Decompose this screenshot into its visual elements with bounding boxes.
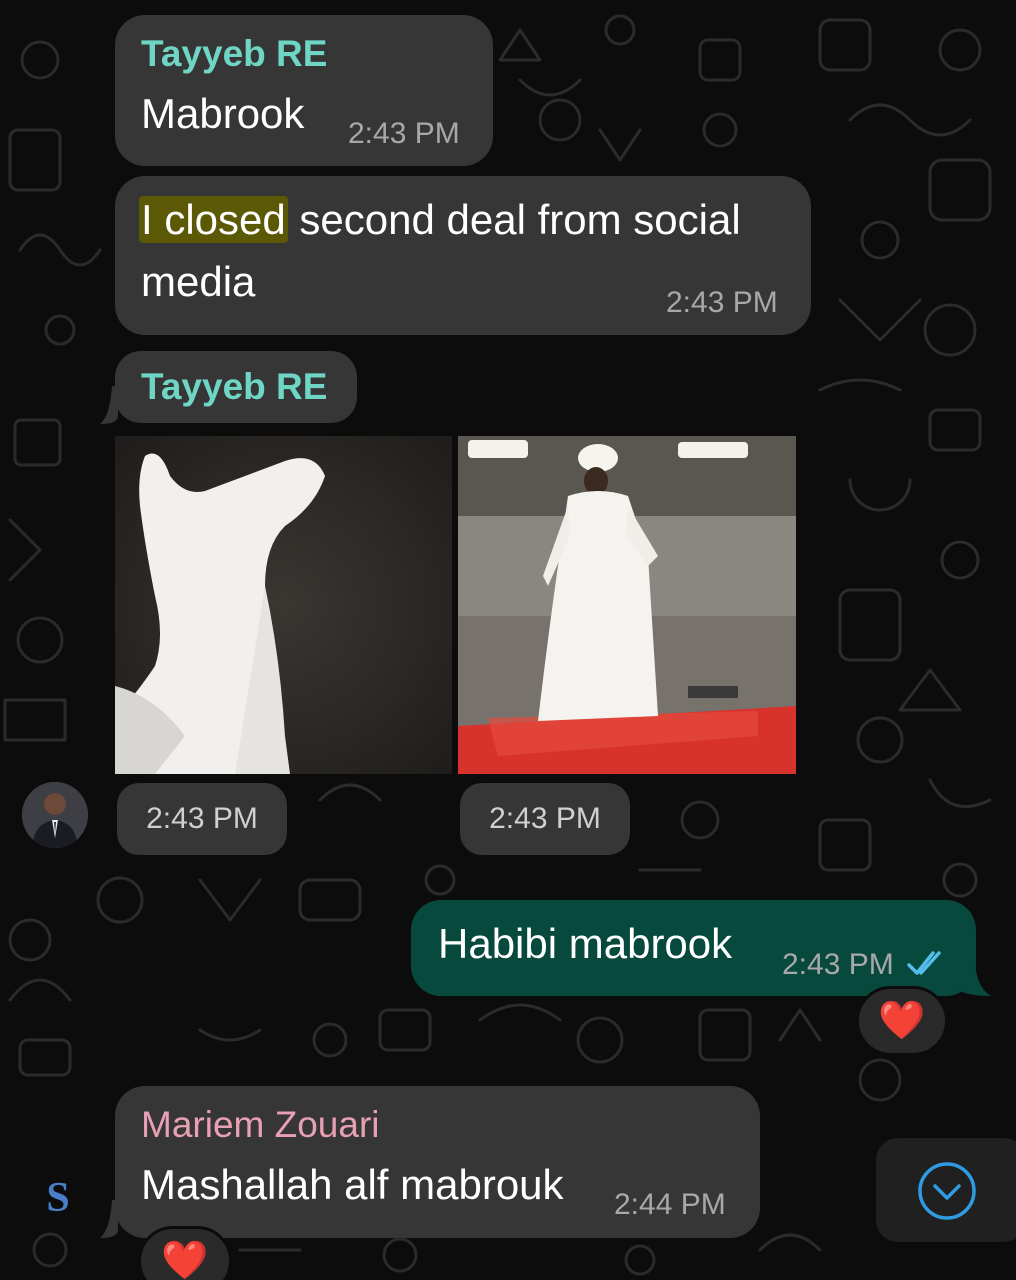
message-time: 2:43 PM xyxy=(666,286,778,319)
message-text: Mashallah alf mabrouk xyxy=(141,1161,564,1208)
heart-reaction-icon: ❤️ xyxy=(161,1240,209,1280)
double-check-read-icon xyxy=(907,951,941,975)
media-time: 2:43 PM xyxy=(117,783,287,855)
avatar-letter: S xyxy=(46,1175,70,1221)
bubble-tail xyxy=(955,958,991,996)
bubble-tail xyxy=(100,1200,118,1238)
sender-name[interactable]: Tayyeb RE xyxy=(141,33,327,75)
avatar[interactable] xyxy=(22,782,88,848)
search-highlight: I closed xyxy=(139,196,288,243)
message-text: Habibi mabrook xyxy=(438,920,733,967)
message-bubble[interactable]: I closed second deal from social media 2… xyxy=(115,176,811,335)
avatar-person-icon xyxy=(22,782,88,848)
man-graphic xyxy=(458,436,796,774)
chevron-down-circle-icon xyxy=(918,1162,976,1220)
reaction-badge[interactable]: ❤️ xyxy=(138,1226,232,1280)
media-time: 2:43 PM xyxy=(460,783,630,855)
message-time: 2:43 PM xyxy=(348,117,460,150)
dancing-man-image[interactable] xyxy=(458,436,796,774)
message-text: I closed second deal from social xyxy=(139,189,741,251)
avatar[interactable]: S xyxy=(30,1170,86,1226)
message-text-rest: second deal from social xyxy=(287,196,741,243)
message-text-line2: media xyxy=(141,258,256,305)
dancing-cat-image[interactable] xyxy=(115,436,452,774)
chat-view: Tayyeb RE Mabrook 2:43 PM I closed secon… xyxy=(0,0,1016,1280)
message-bubble-outgoing[interactable]: Habibi mabrook 2:43 PM xyxy=(411,900,976,996)
reaction-badge[interactable]: ❤️ xyxy=(856,986,948,1056)
bubble-tail xyxy=(100,386,118,424)
heart-reaction-icon: ❤️ xyxy=(878,1000,926,1042)
message-bubble[interactable]: Tayyeb RE Mabrook 2:43 PM xyxy=(115,15,493,166)
message-time: 2:43 PM xyxy=(782,948,894,981)
cat-graphic xyxy=(115,436,452,774)
message-bubble[interactable]: Mariem Zouari Mashallah alf mabrouk 2:44… xyxy=(115,1086,760,1238)
message-bubble[interactable]: Tayyeb RE xyxy=(115,351,357,423)
sender-name[interactable]: Mariem Zouari xyxy=(141,1104,380,1146)
scroll-to-bottom-button[interactable] xyxy=(876,1138,1016,1242)
message-text: Mabrook xyxy=(141,90,305,137)
sender-name[interactable]: Tayyeb RE xyxy=(141,366,327,408)
message-time: 2:44 PM xyxy=(614,1188,726,1221)
